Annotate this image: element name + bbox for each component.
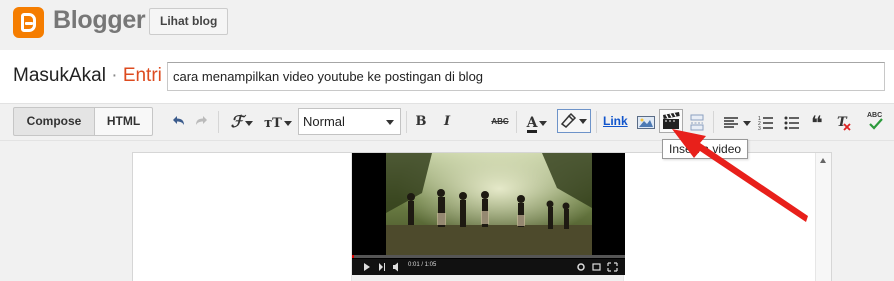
blogger-logo-icon[interactable]: [13, 7, 44, 38]
align-left-icon: [724, 117, 738, 129]
view-blog-button[interactable]: Lihat blog: [149, 8, 229, 35]
bold-button[interactable]: B: [413, 112, 429, 132]
toolbar-divider: [516, 111, 517, 133]
image-icon: [637, 116, 655, 129]
embedded-video[interactable]: 0:01 / 1:05: [351, 153, 625, 281]
numbered-list-button[interactable]: 1 2 3: [757, 112, 775, 132]
highlighter-icon: [560, 112, 587, 128]
video-clapper-icon: [663, 112, 680, 129]
title-row: MasukAkal · Entri: [0, 50, 894, 103]
video-progress-fill: [352, 255, 354, 258]
brand-name: Blogger: [53, 6, 146, 34]
insert-video-button[interactable]: [659, 109, 683, 133]
chevron-down-icon: [539, 120, 548, 126]
insert-video-tooltip: Insert a video: [662, 139, 749, 159]
video-time: 0:01 / 1:05: [408, 262, 437, 268]
video-progress-bar[interactable]: [352, 255, 625, 258]
redo-icon[interactable]: [193, 112, 211, 132]
spellcheck-button[interactable]: ABC: [866, 112, 886, 132]
post-body-editor[interactable]: 0:01 / 1:05: [132, 152, 832, 281]
play-icon[interactable]: [364, 263, 370, 271]
font-icon: ℱ: [230, 112, 244, 131]
editor-scrollbar[interactable]: [815, 153, 831, 281]
spellcheck-label: ABC: [867, 112, 883, 119]
html-mode-button[interactable]: HTML: [94, 107, 153, 136]
numbered-list-icon: 1 2 3: [758, 116, 773, 132]
jump-break-button[interactable]: [688, 112, 706, 132]
bullet-list-icon: [784, 116, 799, 130]
insert-image-button[interactable]: [636, 112, 656, 132]
clear-formatting-button[interactable]: T: [835, 112, 853, 132]
toolbar-divider: [713, 111, 714, 133]
undo-icon[interactable]: [169, 112, 187, 132]
format-select-value: Normal: [303, 114, 345, 129]
link-button[interactable]: Link: [603, 114, 628, 128]
post-title-input[interactable]: [167, 62, 885, 91]
paragraph-format-select[interactable]: Normal: [298, 108, 401, 135]
text-color-icon: A: [526, 115, 538, 133]
logo-b-line: [25, 22, 33, 25]
breadcrumb: MasukAkal · Entri: [13, 65, 162, 87]
toolbar-divider: [596, 111, 597, 133]
chevron-down-icon: [283, 120, 292, 126]
font-size-button[interactable]: тT: [262, 112, 294, 132]
fullscreen-icon[interactable]: [607, 262, 618, 272]
chevron-down-icon: [386, 120, 394, 125]
font-size-icon: тT: [264, 116, 282, 131]
text-color-button[interactable]: A: [521, 112, 553, 133]
alignment-button[interactable]: [720, 112, 752, 132]
breadcrumb-separator: ·: [105, 65, 123, 86]
video-player[interactable]: 0:01 / 1:05: [352, 153, 625, 275]
compose-mode-button[interactable]: Compose: [13, 107, 95, 136]
editor-area: 0:01 / 1:05: [0, 140, 894, 281]
chevron-down-icon: [743, 120, 751, 126]
settings-icon[interactable]: [577, 263, 585, 271]
italic-button[interactable]: I: [439, 112, 455, 132]
jump-break-icon: [690, 114, 704, 131]
scroll-up-icon[interactable]: [820, 158, 826, 163]
bullet-list-button[interactable]: [783, 112, 801, 132]
strikethrough-button[interactable]: ABC: [489, 112, 511, 132]
video-thumbnail: [352, 153, 625, 259]
blog-name[interactable]: MasukAkal: [13, 65, 106, 86]
editor-toolbar: Compose HTML ℱ тT Normal B I ABC A Link: [0, 103, 894, 140]
highlight-color-button[interactable]: [557, 109, 591, 133]
chevron-down-icon: [245, 120, 254, 126]
top-bar: Blogger Lihat blog: [0, 0, 894, 50]
toolbar-divider: [218, 111, 219, 133]
quote-icon[interactable]: ❝: [808, 112, 826, 135]
svg-text:3: 3: [758, 126, 761, 132]
remove-format-icon: T: [837, 115, 851, 131]
volume-icon[interactable]: [393, 262, 398, 272]
next-icon[interactable]: [379, 263, 385, 271]
breadcrumb-entri[interactable]: Entri: [123, 65, 162, 86]
theater-icon[interactable]: [592, 263, 601, 271]
video-controls: 0:01 / 1:05: [352, 259, 625, 275]
font-family-button[interactable]: ℱ: [226, 112, 258, 132]
toolbar-divider: [406, 111, 407, 133]
